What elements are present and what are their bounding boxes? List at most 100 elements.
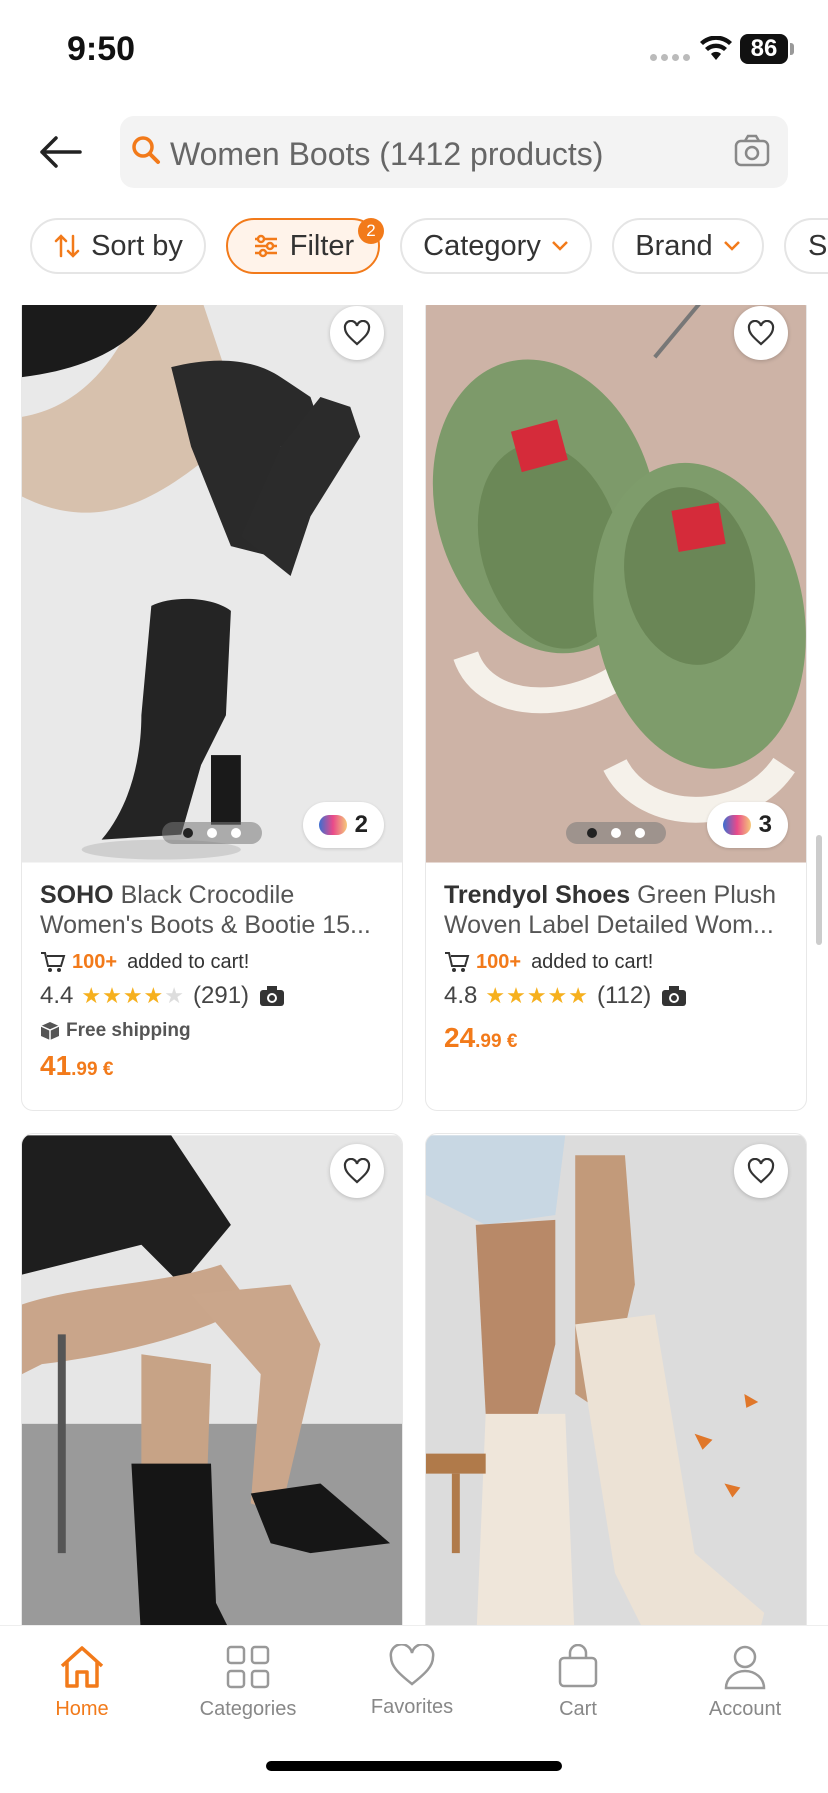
battery-tip (790, 43, 794, 55)
rating-row: 4.8 ★★★★★ (112) (444, 982, 792, 1010)
heart-icon (747, 320, 775, 346)
favorite-button[interactable] (330, 1144, 384, 1198)
filter-button[interactable]: Filter (226, 218, 380, 274)
star-rating-icon: ★★★★★ (485, 983, 589, 1008)
heart-icon (389, 1644, 435, 1686)
cart-text: added to cart! (531, 950, 654, 973)
shipping-info: Free shipping (40, 1020, 388, 1042)
category-label: Category (423, 229, 541, 262)
product-brand: SOHO (40, 881, 114, 909)
price-main: 24 (444, 1022, 476, 1053)
tab-cart[interactable]: Cart (508, 1644, 648, 1721)
product-info: SOHO Black Crocodile Women's Boots & Boo… (40, 880, 388, 1082)
tab-home[interactable]: Home (12, 1644, 152, 1721)
shopping-bag-icon (558, 1644, 598, 1688)
filter-count-badge: 2 (358, 218, 384, 244)
cart-popularity: 100+ added to cart! (444, 950, 792, 974)
search-input[interactable]: Women Boots (1412 products) (120, 116, 788, 188)
product-brand: Trendyol Shoes (444, 881, 631, 909)
heart-icon (343, 320, 371, 346)
back-arrow-icon[interactable] (36, 130, 84, 174)
status-bar: 9:50 86 (0, 0, 828, 100)
cart-icon (41, 952, 66, 972)
size-label: Si (808, 229, 828, 262)
color-count: 3 (758, 811, 772, 838)
user-icon (724, 1645, 766, 1690)
brand-dropdown[interactable]: Brand (612, 218, 764, 274)
size-dropdown[interactable]: Si (784, 218, 828, 274)
favorite-button[interactable] (330, 306, 384, 360)
review-count: (112) (597, 982, 652, 1009)
camera-search-icon[interactable] (734, 134, 770, 168)
favorite-button[interactable] (734, 306, 788, 360)
color-variants-badge[interactable]: 3 (706, 802, 788, 848)
product-title: Trendyol Shoes Green Plush Woven Label D… (444, 880, 792, 940)
package-icon (40, 1022, 60, 1040)
price-cents: .99 € (475, 1031, 518, 1052)
product-image (22, 1135, 402, 1625)
rating-value: 4.4 (40, 982, 74, 1009)
home-indicator (266, 1761, 562, 1771)
tab-cart-label: Cart (559, 1698, 597, 1720)
chevron-down-icon (723, 241, 740, 251)
cart-count: 100+ (476, 950, 522, 973)
signal-icon (650, 54, 690, 61)
product-image (426, 305, 806, 863)
image-pagination-dots (162, 822, 262, 844)
sort-label: Sort by (91, 229, 183, 262)
product-card[interactable]: 3 Trendyol Shoes Green Plush Woven Label… (425, 305, 807, 1111)
brand-label: Brand (635, 229, 713, 262)
scrollbar[interactable] (816, 835, 822, 945)
sort-button[interactable]: Sort by (30, 218, 206, 274)
sort-icon (54, 234, 80, 258)
heart-icon (343, 1158, 371, 1184)
cart-count: 100+ (72, 950, 118, 973)
rating-row: 4.4 ★★★★★ (291) (40, 982, 388, 1010)
product-card[interactable]: 2 SOHO Black Crocodile Women's Boots & B… (21, 305, 403, 1111)
categories-grid-icon (226, 1645, 270, 1689)
tab-categories-label: Categories (199, 1698, 297, 1720)
battery-indicator: 86 (740, 34, 788, 64)
cart-popularity: 100+ added to cart! (40, 950, 388, 974)
product-image (426, 1135, 806, 1625)
star-rating-icon: ★★★★★ (81, 983, 185, 1008)
product-price: 41.99 € (40, 1050, 388, 1082)
color-swatch-icon (722, 815, 751, 835)
price-cents: .99 € (71, 1059, 114, 1080)
product-card[interactable] (425, 1133, 807, 1625)
product-image (22, 305, 402, 863)
category-dropdown[interactable]: Category (400, 218, 592, 274)
tab-account-label: Account (708, 1698, 782, 1720)
tab-account[interactable]: Account (675, 1644, 815, 1721)
favorite-button[interactable] (734, 1144, 788, 1198)
product-price: 24.99 € (444, 1022, 792, 1054)
heart-icon (747, 1158, 775, 1184)
product-title: SOHO Black Crocodile Women's Boots & Boo… (40, 880, 388, 940)
review-count: (291) (193, 982, 250, 1009)
wifi-icon (700, 36, 732, 60)
image-pagination-dots (566, 822, 666, 844)
filter-label: Filter (289, 229, 355, 262)
tab-home-label: Home (55, 1698, 109, 1720)
home-icon (60, 1646, 104, 1688)
photo-review-icon (662, 986, 687, 1006)
status-time: 9:50 (67, 30, 136, 68)
search-query: Women Boots (1412 products) (170, 136, 604, 172)
tab-categories[interactable]: Categories (178, 1644, 318, 1721)
product-info: Trendyol Shoes Green Plush Woven Label D… (444, 880, 792, 1054)
color-count: 2 (354, 811, 368, 838)
tab-favorites-label: Favorites (370, 1696, 454, 1718)
photo-review-icon (260, 986, 285, 1006)
price-main: 41 (40, 1050, 72, 1081)
shipping-label: Free shipping (66, 1020, 191, 1041)
filter-icon (254, 234, 277, 258)
chevron-down-icon (551, 241, 568, 251)
color-variants-badge[interactable]: 2 (302, 802, 384, 848)
color-swatch-icon (318, 815, 347, 835)
tab-favorites[interactable]: Favorites (342, 1644, 482, 1719)
product-card[interactable] (21, 1133, 403, 1625)
cart-text: added to cart! (127, 950, 250, 973)
rating-value: 4.8 (444, 982, 478, 1009)
filter-row: Sort by Filter 2 Category Brand Si (0, 218, 828, 278)
search-row: Women Boots (1412 products) (0, 112, 828, 192)
